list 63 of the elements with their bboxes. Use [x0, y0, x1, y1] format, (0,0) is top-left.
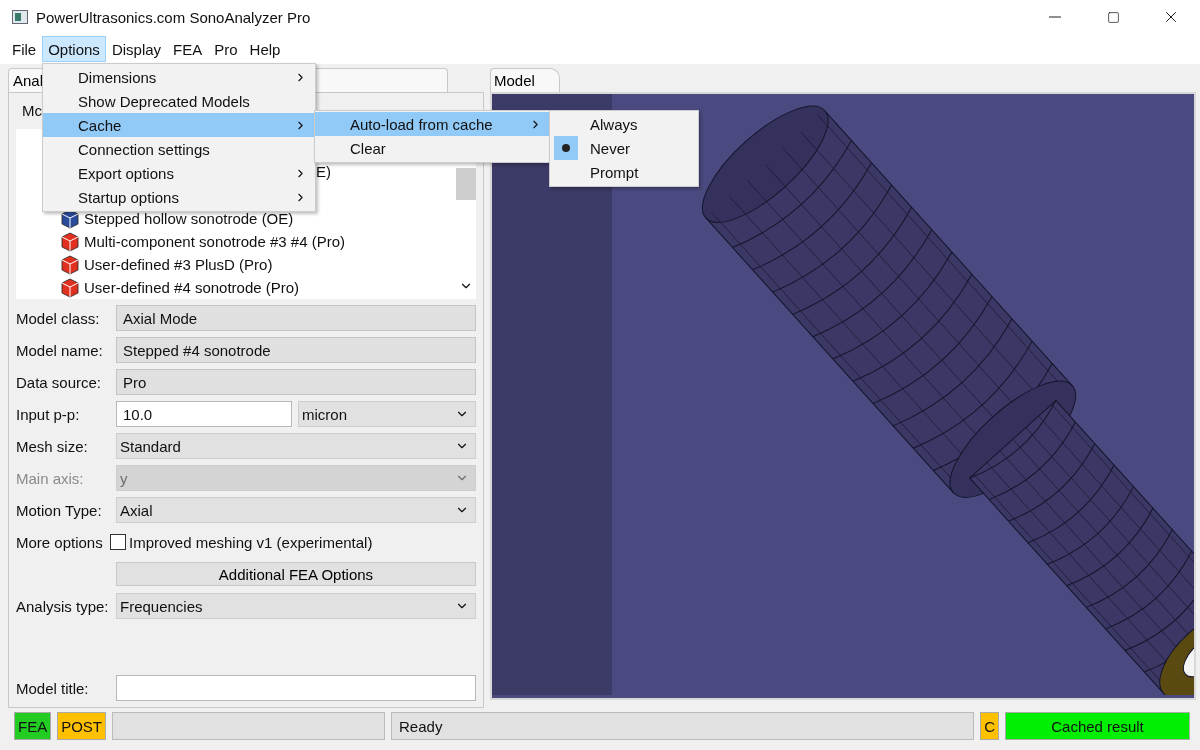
- model-list-item[interactable]: Multi-component sonotrode #3 #4 (Pro): [60, 230, 345, 253]
- model-name: Multi-component sonotrode #3 #4 (Pro): [84, 233, 345, 250]
- radio-menu-entry[interactable]: Always: [550, 112, 698, 136]
- menu-item[interactable]: Help: [243, 36, 287, 62]
- menu-item[interactable]: Pro: [208, 36, 244, 62]
- menu-entry[interactable]: Show Deprecated Models: [43, 89, 315, 113]
- model-list-item[interactable]: User-defined #3 PlusD (Pro): [60, 253, 273, 276]
- field-label: Model title:: [16, 679, 90, 697]
- model-tab[interactable]: Model: [490, 68, 560, 92]
- field-label: Analysis type:: [16, 597, 110, 615]
- readonly-field[interactable]: Stepped #4 sonotrode: [116, 337, 476, 363]
- app-icon: [12, 10, 28, 24]
- cube-icon: [60, 231, 80, 252]
- cube-icon: [60, 254, 80, 275]
- dropdown[interactable]: Frequencies: [116, 593, 476, 619]
- window-title: PowerUltrasonics.com SonoAnalyzer Pro: [36, 8, 311, 26]
- field-label: Main axis:: [16, 469, 85, 487]
- minimize-icon: [1049, 16, 1061, 18]
- model-name: User-defined #4 sonotrode (Pro): [84, 279, 300, 296]
- radio-menu-entry[interactable]: Prompt: [550, 160, 698, 184]
- option-label: Never: [590, 139, 630, 157]
- status-indicator: FEA: [14, 712, 52, 740]
- menu-entry[interactable]: Clear: [315, 136, 550, 160]
- field-label: More options: [16, 533, 104, 551]
- readonly-field[interactable]: Axial Mode: [116, 305, 476, 331]
- field-label: Mesh size:: [16, 437, 89, 455]
- menu-entry[interactable]: Cache: [43, 113, 315, 137]
- unit-dropdown[interactable]: micron: [298, 401, 476, 427]
- scrollbar-thumb[interactable]: [456, 168, 476, 200]
- model-name: Stepped hollow sonotrode (OE): [84, 210, 294, 227]
- menu-entry[interactable]: Startup options: [43, 185, 315, 209]
- dropdown[interactable]: Axial: [116, 497, 476, 523]
- input-field[interactable]: [116, 675, 476, 701]
- menu-item[interactable]: Options: [42, 36, 106, 62]
- menu-entry[interactable]: Auto-load from cache: [315, 112, 550, 136]
- status-indicator: C: [980, 712, 999, 740]
- status-field: Ready: [391, 712, 975, 740]
- radio-menu-entry[interactable]: Never: [550, 136, 698, 160]
- model-list-item[interactable]: User-defined #4 sonotrode (Pro): [60, 276, 300, 299]
- field-label: Data source:: [16, 373, 103, 391]
- model-name: User-defined #3 PlusD (Pro): [84, 256, 273, 273]
- field-label: Model name:: [16, 341, 104, 359]
- menu-item[interactable]: Display: [105, 36, 168, 62]
- status-indicator: POST: [57, 712, 107, 740]
- models-label: Mc: [22, 101, 42, 121]
- field-label: Motion Type:: [16, 501, 103, 519]
- menu-entry[interactable]: Dimensions: [43, 65, 315, 89]
- maximize-icon: [1106, 10, 1120, 24]
- readonly-field[interactable]: Pro: [116, 369, 476, 395]
- input-field[interactable]: 10.0: [116, 401, 292, 427]
- option-label: Always: [590, 115, 638, 133]
- field-label: Input p-p:: [16, 405, 81, 423]
- field-label: Model class:: [16, 309, 101, 327]
- checkbox-label: Improved meshing v1 (experimental): [129, 533, 373, 551]
- status-indicator: Cached result: [1005, 712, 1190, 740]
- checkbox[interactable]: [110, 534, 126, 550]
- menu-entry[interactable]: Export options: [43, 161, 315, 185]
- option-label: Prompt: [590, 163, 639, 181]
- menu-item[interactable]: File: [6, 36, 43, 62]
- menu-entry[interactable]: Connection settings: [43, 137, 315, 161]
- dropdown[interactable]: Standard: [116, 433, 476, 459]
- fea-options-button[interactable]: Additional FEA Options: [116, 562, 476, 586]
- menu-item[interactable]: FEA: [167, 36, 209, 62]
